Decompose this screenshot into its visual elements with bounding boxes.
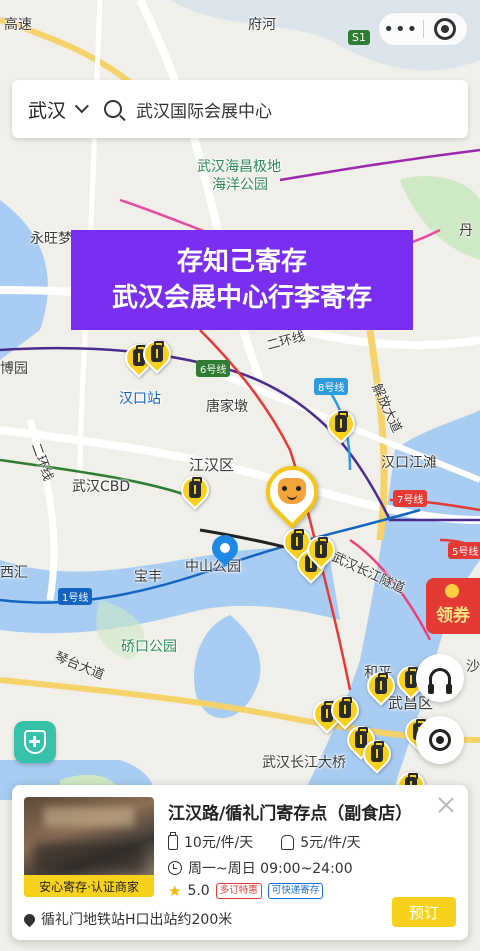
coupon-button[interactable]: 领券 <box>426 578 480 634</box>
map-label: 唐家墩 <box>206 399 248 415</box>
storage-point-pin[interactable] <box>321 404 361 446</box>
price-row: 10元/件/天 5元/件/天 <box>168 831 361 852</box>
storage-point-pin[interactable] <box>301 530 341 572</box>
backpack-icon <box>281 834 295 850</box>
road-badge-s1: S1 <box>348 30 370 45</box>
safety-button[interactable] <box>14 721 56 763</box>
map-label: 博园 <box>0 361 28 377</box>
opening-hours: 周一~周日 09:00~24:00 <box>188 861 353 877</box>
price-luggage: 10元/件/天 <box>184 835 254 851</box>
map-label: 西汇 <box>0 565 28 581</box>
locate-me-button[interactable] <box>416 716 464 764</box>
headset-icon <box>428 668 452 694</box>
certified-badge: 安心寄存·认证商家 <box>24 875 154 897</box>
price-bag: 5元/件/天 <box>300 835 361 851</box>
hours-row: 周一~周日 09:00~24:00 <box>168 858 353 878</box>
current-location-pin <box>206 529 244 570</box>
promo-banner: 存知己寄存 武汉会展中心行李寄存 <box>71 230 413 330</box>
map-label: 汉口江滩 <box>381 455 437 471</box>
map-label: 武汉CBD <box>72 479 131 495</box>
close-program-button[interactable] <box>423 18 467 40</box>
selected-storage-pin[interactable] <box>255 455 329 536</box>
luggage-icon <box>375 673 388 694</box>
station-label: 汉口站 <box>119 391 161 407</box>
luggage-icon <box>315 537 328 558</box>
crosshair-icon <box>429 729 451 751</box>
star-icon: ★ <box>168 882 182 900</box>
book-button[interactable]: 预订 <box>392 897 456 927</box>
express-tag: 可快递寄存 <box>267 883 324 899</box>
map-label: 宝丰 <box>134 569 162 585</box>
poi-label: 武汉海昌极地 <box>197 159 281 175</box>
storage-point-pin[interactable] <box>137 334 177 376</box>
search-bar[interactable]: 武汉 武汉国际会展中心 <box>12 80 468 138</box>
poi-label: 永旺梦 <box>30 231 72 247</box>
rating-row: ★ 5.0 多订特惠 可快递寄存 <box>168 882 324 900</box>
clock-icon <box>168 861 182 875</box>
metro-line-7-badge: 7号线 <box>393 490 428 507</box>
luggage-icon <box>168 831 178 850</box>
map-label: 沙 <box>466 659 480 675</box>
store-title: 江汉路/循礼门寄存点（副食店） <box>168 804 413 824</box>
banner-subtitle: 武汉会展中心行李寄存 <box>111 283 372 313</box>
store-photo[interactable]: 安心寄存·认证商家 <box>24 797 154 897</box>
metro-line-6-badge: 6号线 <box>196 360 231 377</box>
map-label: 府河 <box>248 17 276 33</box>
poi-label: 硚口公园 <box>121 639 177 655</box>
banner-title: 存知己寄存 <box>176 247 307 277</box>
city-selector[interactable]: 武汉 <box>28 96 66 123</box>
metro-line-8-badge: 8号线 <box>314 378 349 395</box>
search-icon <box>104 100 123 118</box>
storage-point-pin[interactable] <box>357 734 397 776</box>
district-label: 江汉区 <box>189 456 235 474</box>
location-icon <box>21 911 38 927</box>
poi-label: 海洋公园 <box>212 177 268 193</box>
more-menu-icon[interactable]: ••• <box>379 19 423 40</box>
luggage-icon <box>151 341 164 362</box>
miniprogram-capsule[interactable]: ••• <box>378 12 468 46</box>
close-icon[interactable] <box>438 797 454 813</box>
storage-point-pin[interactable] <box>175 470 215 512</box>
customer-service-button[interactable] <box>416 654 464 702</box>
tiger-mascot-icon <box>278 478 306 504</box>
storage-point-pin[interactable] <box>361 666 401 708</box>
luggage-icon <box>371 741 384 762</box>
luggage-icon <box>189 477 202 498</box>
store-card[interactable]: 安心寄存·认证商家 江汉路/循礼门寄存点（副食店） 10元/件/天 5元/件/天… <box>12 785 468 940</box>
target-icon <box>434 18 457 40</box>
discount-tag: 多订特惠 <box>215 883 262 899</box>
metro-line-5-badge: 5号线 <box>448 542 480 559</box>
poi-label: 武汉长江大桥 <box>262 755 346 771</box>
shield-plus-icon <box>24 730 46 754</box>
address-row: 循礼门地铁站H口出站约200米 <box>21 909 233 929</box>
search-input[interactable]: 武汉国际会展中心 <box>136 97 272 122</box>
luggage-icon <box>335 411 348 432</box>
map-label: 高速 <box>4 17 32 33</box>
luggage-icon <box>339 697 352 718</box>
store-address: 循礼门地铁站H口出站约200米 <box>41 912 233 928</box>
map-label: 丹 <box>459 223 473 239</box>
rating-value: 5.0 <box>187 883 210 899</box>
metro-line-1-badge: 1号线 <box>58 588 93 605</box>
chevron-down-icon[interactable] <box>74 99 89 114</box>
